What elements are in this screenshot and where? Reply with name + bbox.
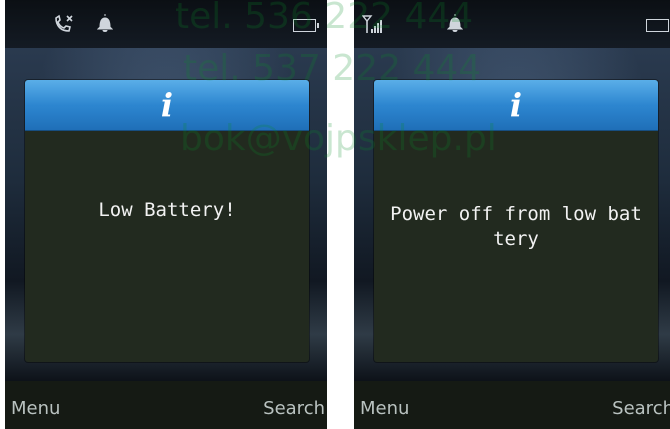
- battery-icon: [293, 19, 319, 32]
- battery-icon: [646, 19, 669, 32]
- status-bar: [5, 0, 327, 48]
- softkey-search[interactable]: Search: [263, 398, 325, 419]
- dialog-header: i: [25, 80, 309, 131]
- softkey-search[interactable]: Search: [612, 398, 670, 419]
- dialog-message: Low Battery!: [98, 199, 236, 221]
- softkey-menu[interactable]: Menu: [11, 398, 60, 419]
- phone-screen-left: i Low Battery! Menu Search: [5, 0, 327, 429]
- missed-call-icon: [53, 14, 75, 34]
- phone-screen-right: i Power off from low bat tery Menu Searc…: [354, 0, 670, 429]
- info-icon: i: [160, 86, 174, 124]
- softkey-bar: Menu Search: [354, 381, 670, 429]
- info-dialog: i Low Battery!: [25, 80, 309, 362]
- bell-icon: [97, 13, 113, 33]
- dialog-message-line1: Power off from low bat: [390, 203, 642, 225]
- dialog-header: i: [374, 80, 658, 131]
- softkey-bar: Menu Search: [5, 381, 327, 429]
- info-dialog: i Power off from low bat tery: [374, 80, 658, 362]
- bell-icon: [447, 13, 463, 33]
- softkey-menu[interactable]: Menu: [360, 398, 409, 419]
- signal-icon: [362, 14, 384, 34]
- dialog-message-line2: tery: [493, 228, 539, 250]
- dialog-message: Power off from low bat tery: [380, 202, 652, 252]
- status-bar: [354, 0, 670, 48]
- info-icon: i: [509, 86, 523, 124]
